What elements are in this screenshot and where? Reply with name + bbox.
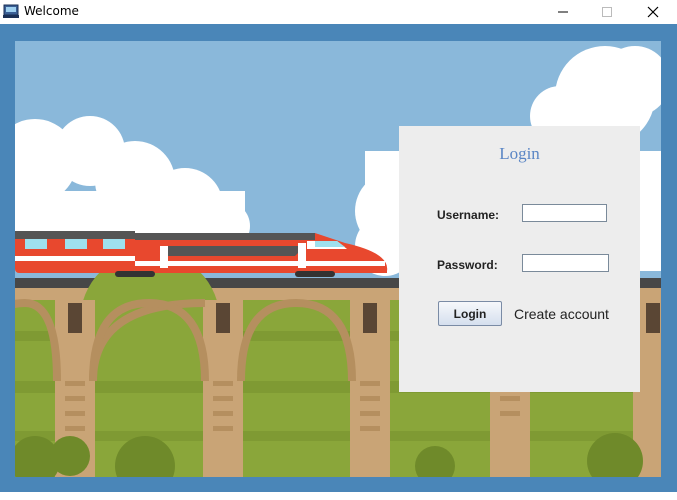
- login-panel: Login Username: Password: Login Create a…: [399, 126, 640, 392]
- create-account-link[interactable]: Create account: [514, 306, 609, 322]
- minimize-icon: [558, 11, 568, 13]
- app-icon: [3, 4, 19, 18]
- maximize-icon: [602, 7, 612, 17]
- login-button[interactable]: Login: [438, 301, 502, 326]
- bottom-strip: [0, 492, 677, 500]
- minimize-button[interactable]: [540, 0, 586, 24]
- username-label: Username:: [437, 208, 500, 222]
- username-field[interactable]: [522, 204, 607, 222]
- password-label: Password:: [437, 258, 498, 272]
- login-heading: Login: [499, 144, 540, 163]
- close-button[interactable]: [630, 0, 676, 24]
- close-icon: [647, 6, 659, 18]
- title-bar: Welcome: [0, 0, 677, 24]
- maximize-button[interactable]: [584, 0, 630, 24]
- password-field[interactable]: [522, 254, 609, 272]
- window-title: Welcome: [24, 4, 79, 18]
